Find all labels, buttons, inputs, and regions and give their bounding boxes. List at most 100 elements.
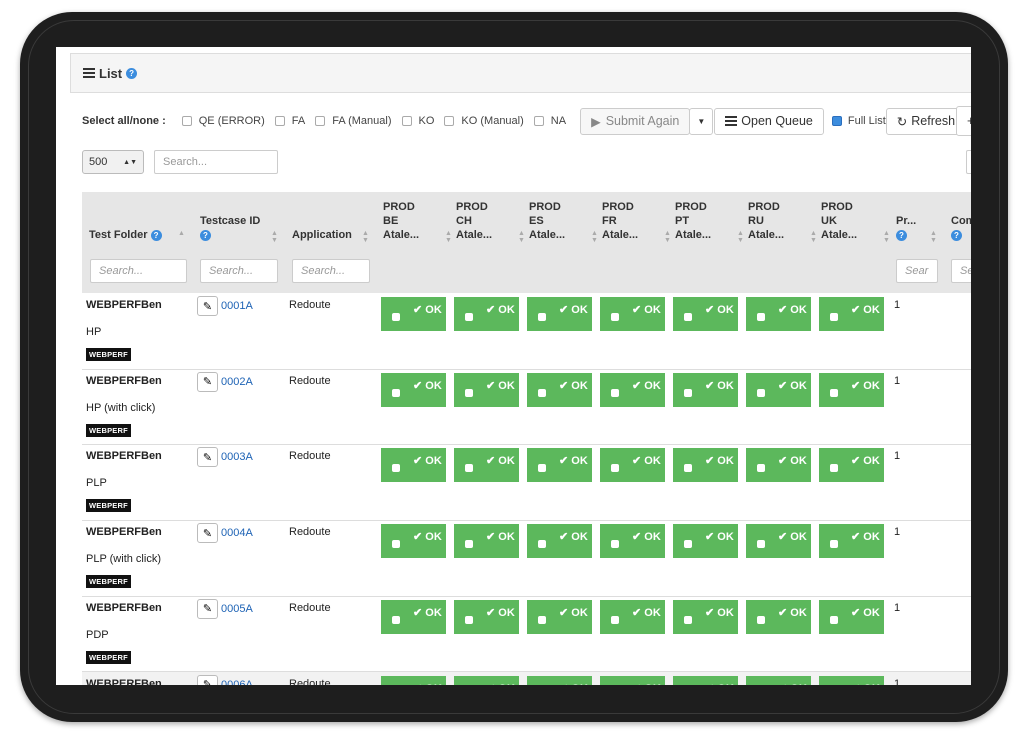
status-ok-button[interactable]: ✔ OK <box>600 675 665 685</box>
status-ok-button[interactable]: ✔ OK <box>381 372 446 407</box>
select-checkbox[interactable] <box>392 464 400 473</box>
status-ok-button[interactable]: ✔ OK <box>673 675 738 685</box>
status-ok-button[interactable]: ✔ OK <box>454 372 519 407</box>
status-ok-button[interactable]: ✔ OK <box>600 297 665 331</box>
status-ok-button[interactable]: ✔ OK <box>819 599 884 634</box>
select-checkbox[interactable] <box>611 313 619 321</box>
col-application[interactable]: Application <box>292 228 352 242</box>
select-checkbox[interactable] <box>830 540 838 549</box>
select-checkbox[interactable] <box>684 388 692 397</box>
priority-search[interactable]: Sear <box>896 259 938 283</box>
select-checkbox[interactable] <box>830 313 838 321</box>
testcase-id-link[interactable]: 0002A <box>221 376 253 388</box>
status-ok-button[interactable]: ✔ OK <box>381 297 446 331</box>
help-icon[interactable]: ? <box>150 230 162 241</box>
status-ok-button[interactable]: ✔ OK <box>454 448 519 483</box>
select-checkbox[interactable] <box>392 388 400 397</box>
status-ok-button[interactable]: ✔ OK <box>746 599 811 634</box>
table-search-input[interactable]: Search... <box>154 150 278 174</box>
status-ok-button[interactable]: ✔ OK <box>819 448 884 483</box>
table-row[interactable]: WEBPERFBen PLP (with click) WEBPERF ✎ 0004A R… <box>82 520 971 597</box>
status-ok-button[interactable]: ✔ OK <box>527 372 592 407</box>
select-checkbox[interactable] <box>684 615 692 624</box>
status-ok-button[interactable]: ✔ OK <box>746 297 811 331</box>
status-ok-button[interactable]: ✔ OK <box>673 599 738 634</box>
select-checkbox[interactable] <box>538 464 546 473</box>
select-checkbox[interactable] <box>611 615 619 624</box>
select-checkbox[interactable] <box>465 615 473 624</box>
status-ok-button[interactable]: ✔ OK <box>819 372 884 407</box>
select-checkbox[interactable] <box>684 464 692 473</box>
select-checkbox[interactable] <box>465 313 473 321</box>
status-ok-button[interactable]: ✔ OK <box>600 524 665 559</box>
status-ok-button[interactable]: ✔ OK <box>381 675 446 685</box>
col-env[interactable]: PROD BE Atale... <box>383 200 419 242</box>
col-env[interactable]: PROD UK Atale... <box>821 200 857 242</box>
select-checkbox[interactable] <box>538 388 546 397</box>
help-icon[interactable]: ? <box>951 230 962 241</box>
status-ok-button[interactable]: ✔ OK <box>527 599 592 634</box>
status-ok-button[interactable]: ✔ OK <box>746 675 811 685</box>
testcase-id-link[interactable]: 0003A <box>221 451 253 463</box>
page-size-select[interactable]: 500 ▲▼ <box>82 150 144 174</box>
table-row[interactable]: WEBPERFBen HP (with click) WEBPERF ✎ 0002A Re… <box>82 369 971 446</box>
status-ok-button[interactable]: ✔ OK <box>673 372 738 407</box>
status-ok-button[interactable]: ✔ OK <box>673 297 738 331</box>
status-ok-button[interactable]: ✔ OK <box>746 448 811 483</box>
full-list-checkbox[interactable] <box>831 116 842 126</box>
status-ok-button[interactable]: ✔ OK <box>527 448 592 483</box>
select-checkbox[interactable] <box>465 388 473 397</box>
status-ok-button[interactable]: ✔ OK <box>819 297 884 331</box>
filter-checkbox-qe-error[interactable] <box>181 116 192 126</box>
status-ok-button[interactable]: ✔ OK <box>454 297 519 331</box>
select-checkbox[interactable] <box>611 540 619 549</box>
table-row[interactable]: WEBPERFBen HP WEBPERF ✎ 0001A Redoute ✔ OK ✔ OK… <box>82 293 971 370</box>
status-ok-button[interactable]: ✔ OK <box>746 372 811 407</box>
open-queue-button[interactable]: Open Queue <box>714 107 824 135</box>
status-ok-button[interactable]: ✔ OK <box>527 675 592 685</box>
help-icon[interactable]: ? <box>126 67 138 79</box>
select-checkbox[interactable] <box>538 313 546 321</box>
col-env[interactable]: PROD PT Atale... <box>675 200 711 242</box>
select-checkbox[interactable] <box>392 540 400 549</box>
status-ok-button[interactable]: ✔ OK <box>673 524 738 559</box>
testcase-id-link[interactable]: 0006A <box>221 679 253 686</box>
columns-toggle-button[interactable]: + <box>956 106 971 136</box>
select-checkbox[interactable] <box>757 540 765 549</box>
col-test-folder[interactable]: Test Folder ? <box>89 228 162 242</box>
status-ok-button[interactable]: ✔ OK <box>819 524 884 559</box>
status-ok-button[interactable]: ✔ OK <box>673 448 738 483</box>
table-row[interactable]: WEBPERFBen✎0006ARedoute✔ OK✔ OK✔ OK✔ OK✔… <box>82 671 971 686</box>
status-ok-button[interactable]: ✔ OK <box>454 524 519 559</box>
col-env[interactable]: PROD RU Atale... <box>748 200 784 242</box>
status-ok-button[interactable]: ✔ OK <box>527 524 592 559</box>
application-search[interactable]: Search... <box>292 259 370 283</box>
col-env[interactable]: PROD ES Atale... <box>529 200 565 242</box>
select-checkbox[interactable] <box>465 464 473 473</box>
select-checkbox[interactable] <box>611 388 619 397</box>
status-ok-button[interactable]: ✔ OK <box>381 448 446 483</box>
test-folder-search[interactable]: Search... <box>90 259 187 283</box>
status-ok-button[interactable]: ✔ OK <box>454 599 519 634</box>
submit-dropdown-button[interactable]: ▼ <box>689 107 714 135</box>
comment-search[interactable]: Se <box>951 259 971 283</box>
edit-button[interactable]: ✎ <box>197 371 218 392</box>
status-ok-button[interactable]: ✔ OK <box>381 524 446 559</box>
edit-button[interactable]: ✎ <box>197 598 218 619</box>
col-env[interactable]: PROD FR Atale... <box>602 200 638 242</box>
select-checkbox[interactable] <box>757 313 765 321</box>
select-checkbox[interactable] <box>538 540 546 549</box>
select-checkbox[interactable] <box>611 464 619 473</box>
select-checkbox[interactable] <box>757 464 765 473</box>
select-checkbox[interactable] <box>757 388 765 397</box>
col-testcase-id[interactable]: Testcase ID ? <box>200 214 260 242</box>
col-priority[interactable]: Pr... ? <box>896 214 916 242</box>
status-ok-button[interactable]: ✔ OK <box>454 675 519 685</box>
select-checkbox[interactable] <box>684 313 692 321</box>
status-ok-button[interactable]: ✔ OK <box>381 599 446 634</box>
col-comment[interactable]: Com ? <box>951 214 971 242</box>
help-icon[interactable]: ? <box>200 230 211 241</box>
status-ok-button[interactable]: ✔ OK <box>746 524 811 559</box>
edit-button[interactable]: ✎ <box>197 296 218 316</box>
select-checkbox[interactable] <box>757 615 765 624</box>
